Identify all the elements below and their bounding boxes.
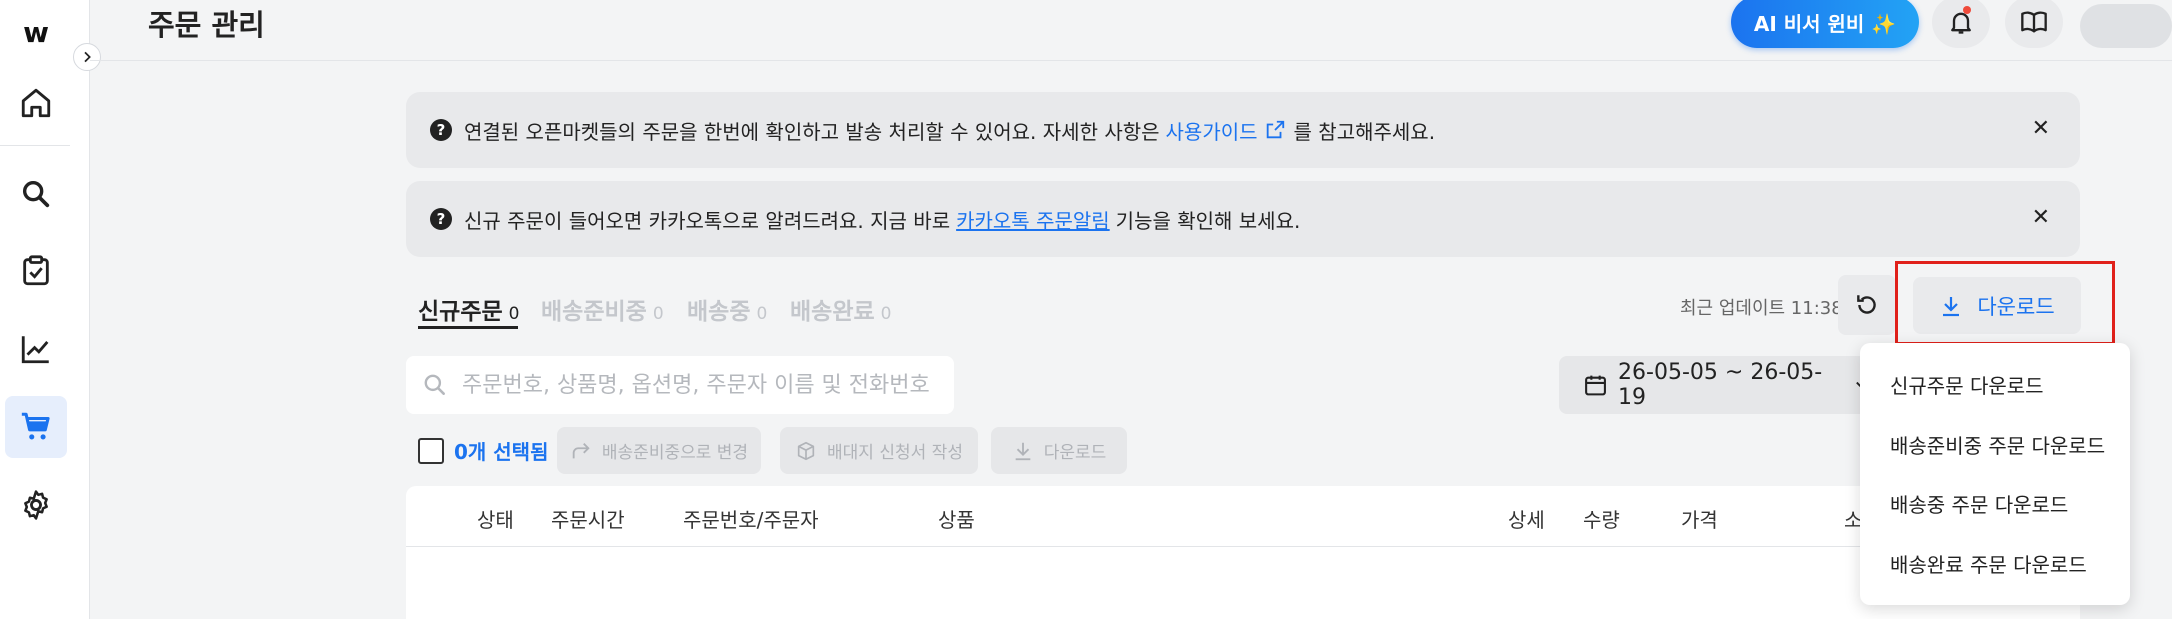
book-icon [2021,11,2047,33]
table-header: 상태 주문시간 주문번호/주문자 상품 상세 수량 가격 소 [406,486,2080,547]
ai-assistant-button[interactable]: AI 비서 윈비 ✨ [1731,0,1919,48]
search-icon [22,180,50,208]
refresh-button[interactable] [1838,275,1896,335]
bulk-download-button[interactable]: 다운로드 [991,427,1127,474]
tab-count: 0 [652,304,664,324]
active-tab-indicator [418,326,518,329]
help-icon: ? [430,208,452,230]
sidebar-item-orders[interactable] [5,396,67,458]
logo[interactable]: w [18,14,54,50]
date-range-value: 26-05-05 ~ 26-05-19 [1618,360,1823,410]
orders-table: 상태 주문시간 주문번호/주문자 상품 상세 수량 가격 소 [406,486,2080,619]
date-range-picker[interactable]: 26-05-05 ~ 26-05-19 [1559,356,1871,414]
menu-item-download-delivered[interactable]: 배송완료 주문 다운로드 [1890,549,2087,578]
sidebar: w [0,0,90,619]
external-link-icon[interactable] [1264,119,1286,141]
gear-icon [24,490,48,520]
banner-text: 연결된 오픈마켓들의 주문을 한번에 확인하고 발송 처리할 수 있어요. 자세… [464,119,1160,144]
banner-text-suffix: 기능을 확인해 보세요. [1115,208,1301,233]
info-banner-guide: ? 연결된 오픈마켓들의 주문을 한번에 확인하고 발송 처리할 수 있어요. … [406,92,2080,168]
kakao-alert-link[interactable]: 카카오톡 주문알림 [956,205,1110,234]
tab-label: 배송완료 [790,299,875,325]
download-icon [1015,442,1031,460]
column-product: 상품 [938,508,975,532]
guide-button[interactable] [2005,0,2063,48]
select-all-checkbox[interactable] [418,437,444,464]
clipboard-check-icon [23,255,49,286]
notification-button[interactable] [1932,0,1990,48]
tab-new-orders[interactable]: 신규주문 0 [418,292,519,326]
tab-label: 배송중 [687,299,751,325]
last-updated-text: 최근 업데이트 11:38 [1680,298,1843,319]
box-icon [797,441,815,460]
sidebar-item-settings[interactable] [5,474,67,536]
page-title: 주문 관리 [148,8,265,42]
info-banner-kakao: ? 신규 주문이 들어오면 카카오톡으로 알려드려요. 지금 바로 카카오톡 주… [406,181,2080,257]
forward-arrow-icon [572,442,590,458]
order-search-box[interactable] [406,356,954,414]
sidebar-item-tasks[interactable] [5,240,67,302]
tab-count: 0 [756,304,768,324]
sidebar-toggle-button[interactable] [73,43,101,71]
close-icon[interactable]: ✕ [2032,205,2050,230]
notification-dot [1963,6,1971,14]
bulk-download-label: 다운로드 [1043,443,1107,463]
cart-icon [21,412,50,440]
tab-label: 신규주문 [418,299,503,325]
bell-icon [1951,12,1971,34]
sidebar-item-home[interactable] [5,72,67,134]
help-icon: ? [430,119,452,141]
calendar-icon [1585,375,1606,396]
tab-preparing[interactable]: 배송준비중 0 [541,292,664,326]
menu-item-download-shipping[interactable]: 배송중 주문 다운로드 [1890,489,2068,518]
sidebar-item-search[interactable] [5,163,67,225]
column-order-time: 주문시간 [551,508,625,532]
column-price: 가격 [1681,508,1718,532]
column-order-number: 주문번호/주문자 [683,508,819,532]
column-detail: 상세 [1508,508,1545,532]
search-icon [424,374,445,395]
tab-shipping[interactable]: 배송중 0 [687,292,767,326]
change-to-preparing-label: 배송준비중으로 변경 [601,443,749,463]
banner-text: 신규 주문이 들어오면 카카오톡으로 알려드려요. 지금 바로 [464,208,951,233]
shipping-request-label: 배대지 신청서 작성 [827,443,963,463]
sidebar-item-analytics[interactable] [5,318,67,380]
guide-link[interactable]: 사용가이드 [1166,116,1258,145]
home-icon [21,88,51,118]
tab-delivered[interactable]: 배송완료 0 [790,292,891,326]
avatar[interactable] [2080,4,2172,48]
column-quantity: 수량 [1583,508,1620,532]
header-divider [90,60,2172,61]
banner-text-suffix: 를 참고해주세요. [1293,119,1436,144]
select-all[interactable]: 0개 선택됨 [418,436,548,465]
tab-label: 배송준비중 [541,299,647,325]
change-to-preparing-button[interactable]: 배송준비중으로 변경 [557,427,761,474]
menu-item-download-preparing[interactable]: 배송준비중 주문 다운로드 [1890,430,2105,459]
shipping-request-button[interactable]: 배대지 신청서 작성 [780,427,978,474]
close-icon[interactable]: ✕ [2032,116,2050,141]
tab-count: 0 [880,304,892,324]
menu-item-download-new[interactable]: 신규주문 다운로드 [1890,370,2044,399]
sidebar-divider [0,145,70,146]
selected-count: 0개 선택됨 [454,440,549,464]
search-input[interactable] [462,372,942,398]
download-dropdown-menu: 신규주문 다운로드 배송준비중 주문 다운로드 배송중 주문 다운로드 배송완료… [1860,343,2130,605]
chevron-right-icon [84,51,91,63]
refresh-icon [1857,295,1876,314]
tab-count: 0 [508,304,520,324]
line-chart-icon [21,336,49,364]
column-status: 상태 [477,508,514,532]
highlight-box [1895,261,2115,345]
